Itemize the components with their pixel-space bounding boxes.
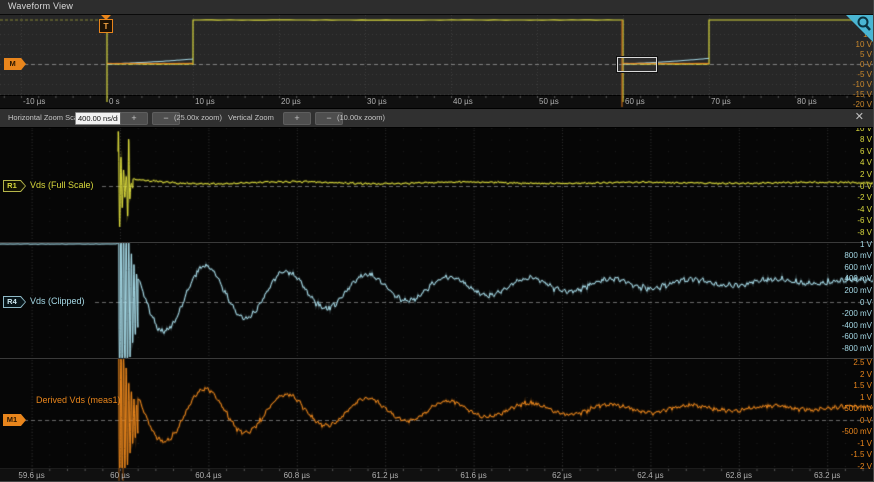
title-bar[interactable]: Waveform View bbox=[0, 0, 874, 15]
panel-separator bbox=[0, 358, 874, 359]
vertical-zoom-label: Vertical Zoom bbox=[228, 113, 274, 122]
waveform-view-window: Waveform View Horizontal Zoom Scale + − … bbox=[0, 0, 874, 482]
panel-separator bbox=[0, 242, 874, 243]
horizontal-scale-input[interactable] bbox=[75, 112, 121, 125]
r1-label: Vds (Full Scale) bbox=[30, 180, 94, 190]
horizontal-zoom-in-button[interactable]: + bbox=[120, 112, 148, 125]
horizontal-zoom-scale-label: Horizontal Zoom Scale bbox=[8, 113, 84, 122]
vertical-zoom-factor: (10.00x zoom) bbox=[337, 113, 385, 122]
close-icon[interactable]: ✕ bbox=[855, 111, 864, 124]
zoom-toolbar: Horizontal Zoom Scale + − (25.00x zoom) … bbox=[0, 108, 874, 128]
magnifier-icon bbox=[851, 13, 874, 41]
zoom-region-box[interactable] bbox=[617, 57, 657, 72]
math-marker-badge[interactable]: M bbox=[4, 58, 26, 70]
trigger-marker[interactable]: T bbox=[99, 14, 114, 34]
waveform-canvas bbox=[0, 0, 874, 482]
badge-r4[interactable]: R4 bbox=[3, 296, 26, 308]
m1-label: Derived Vds (meas1) bbox=[36, 395, 121, 405]
vertical-zoom-in-button[interactable]: + bbox=[283, 112, 311, 125]
badge-m1[interactable]: M1 bbox=[3, 414, 26, 426]
zoom-overview-handle-icon[interactable] bbox=[845, 14, 873, 42]
r4-label: Vds (Clipped) bbox=[30, 296, 85, 306]
horizontal-zoom-factor: (25.00x zoom) bbox=[174, 113, 222, 122]
window-title: Waveform View bbox=[8, 1, 73, 11]
trigger-badge: T bbox=[99, 19, 113, 33]
badge-r1[interactable]: R1 bbox=[3, 180, 26, 192]
